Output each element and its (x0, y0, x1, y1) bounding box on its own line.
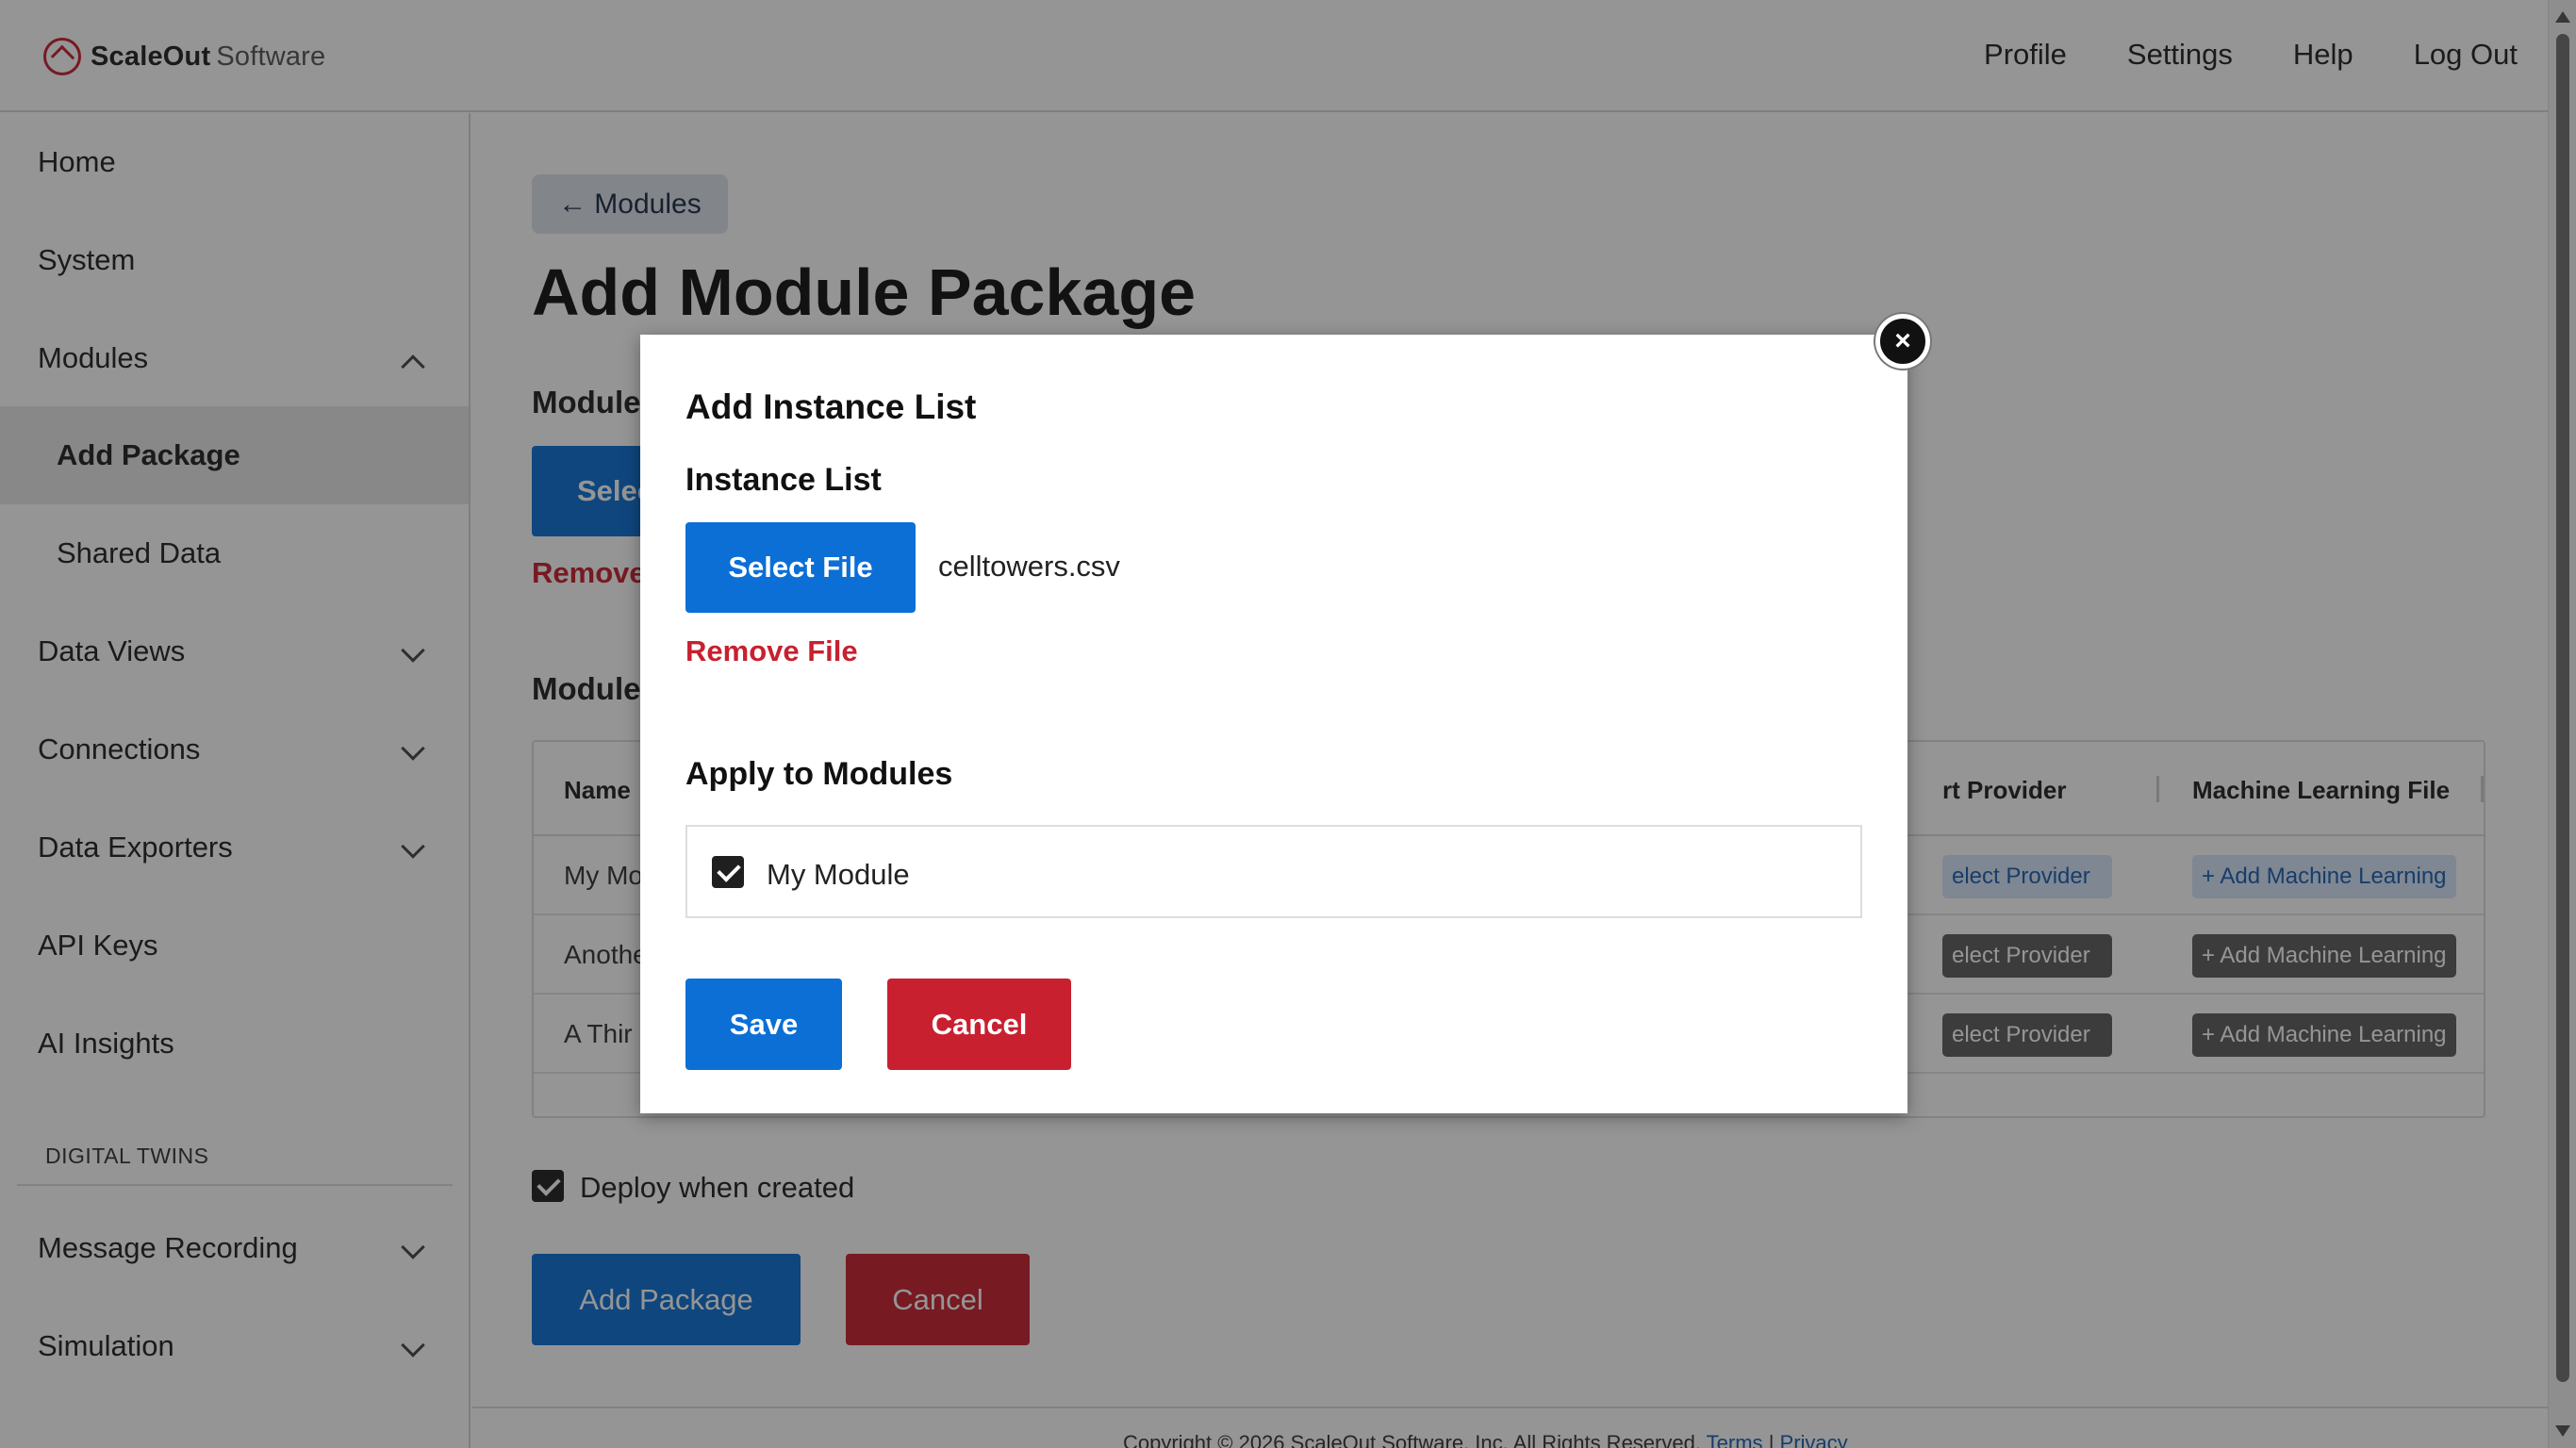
select-file-button[interactable]: Select File (685, 522, 916, 613)
my-module-label[interactable]: My Module (767, 858, 910, 892)
add-instance-list-dialog: Add Instance List Instance List Select F… (640, 335, 1907, 1113)
close-icon[interactable]: × (1875, 314, 1930, 369)
remove-file-link[interactable]: Remove File (685, 634, 858, 668)
apply-to-modules-label: Apply to Modules (685, 756, 953, 792)
save-button[interactable]: Save (685, 979, 842, 1070)
module-checkbox-list: My Module (685, 825, 1862, 918)
instance-list-label: Instance List (685, 462, 882, 498)
selected-file-name: celltowers.csv (938, 550, 1120, 583)
close-glyph: × (1894, 325, 1911, 356)
modal-cancel-button[interactable]: Cancel (887, 979, 1071, 1070)
my-module-checkbox[interactable] (712, 856, 744, 888)
dialog-title: Add Instance List (685, 387, 977, 426)
